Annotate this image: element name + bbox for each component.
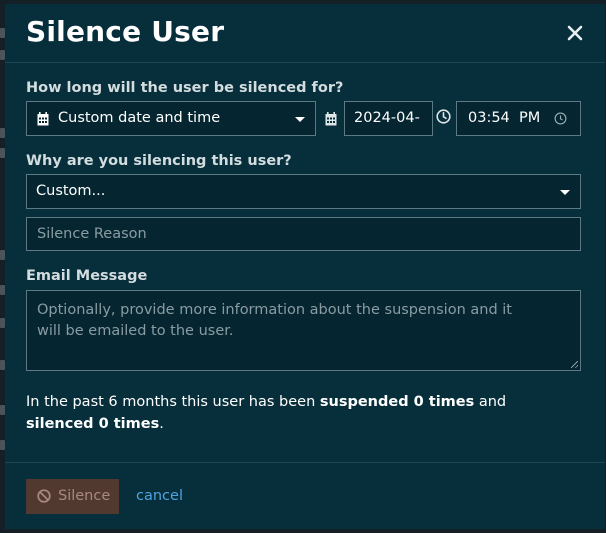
ban-icon	[37, 489, 51, 507]
footer-divider	[5, 462, 605, 463]
time-input-value: 03:54 PM	[468, 110, 541, 126]
duration-label: How long will the user be silenced for?	[26, 80, 344, 96]
silence-user-modal: Silence User How long will the user be s…	[5, 4, 605, 529]
suspended-count: suspended 0 times	[319, 394, 475, 410]
calendar-icon	[325, 111, 337, 130]
chevron-down-icon	[560, 190, 570, 195]
reason-select[interactable]: Custom...	[26, 174, 581, 209]
silence-reason-input[interactable]: Silence Reason	[26, 217, 581, 251]
clock-icon	[436, 109, 451, 128]
close-icon[interactable]	[564, 22, 586, 44]
chevron-down-icon	[295, 117, 305, 122]
date-input-value: 2024-04-	[354, 110, 420, 126]
silenced-count: silenced 0 times	[26, 416, 160, 432]
summary-text: In the past 6 months this user has been	[26, 394, 320, 410]
email-message-textarea[interactable]: Optionally, provide more information abo…	[26, 290, 581, 371]
reason-label: Why are you silencing this user?	[26, 153, 292, 169]
summary-text: .	[159, 416, 164, 432]
email-message-placeholder: Optionally, provide more information abo…	[37, 302, 512, 339]
summary-text: and	[474, 394, 507, 410]
reason-select-value: Custom...	[36, 183, 106, 199]
duration-select-value: Custom date and time	[58, 110, 221, 126]
cancel-link[interactable]: cancel	[136, 488, 183, 504]
penalty-history-summary: In the past 6 months this user has been …	[26, 391, 566, 435]
modal-header: Silence User	[5, 4, 605, 63]
silence-button-label: Silence	[58, 488, 111, 504]
duration-select[interactable]: Custom date and time	[26, 101, 316, 136]
calendar-icon	[37, 112, 49, 130]
modal-title: Silence User	[26, 15, 225, 48]
email-message-label: Email Message	[26, 268, 148, 284]
time-input[interactable]: 03:54 PM	[456, 101, 581, 136]
silence-reason-placeholder: Silence Reason	[37, 226, 147, 242]
silence-button[interactable]: Silence	[26, 479, 119, 514]
clock-icon[interactable]	[554, 112, 567, 129]
resize-handle-icon[interactable]	[571, 361, 578, 368]
date-input[interactable]: 2024-04-	[344, 101, 433, 136]
